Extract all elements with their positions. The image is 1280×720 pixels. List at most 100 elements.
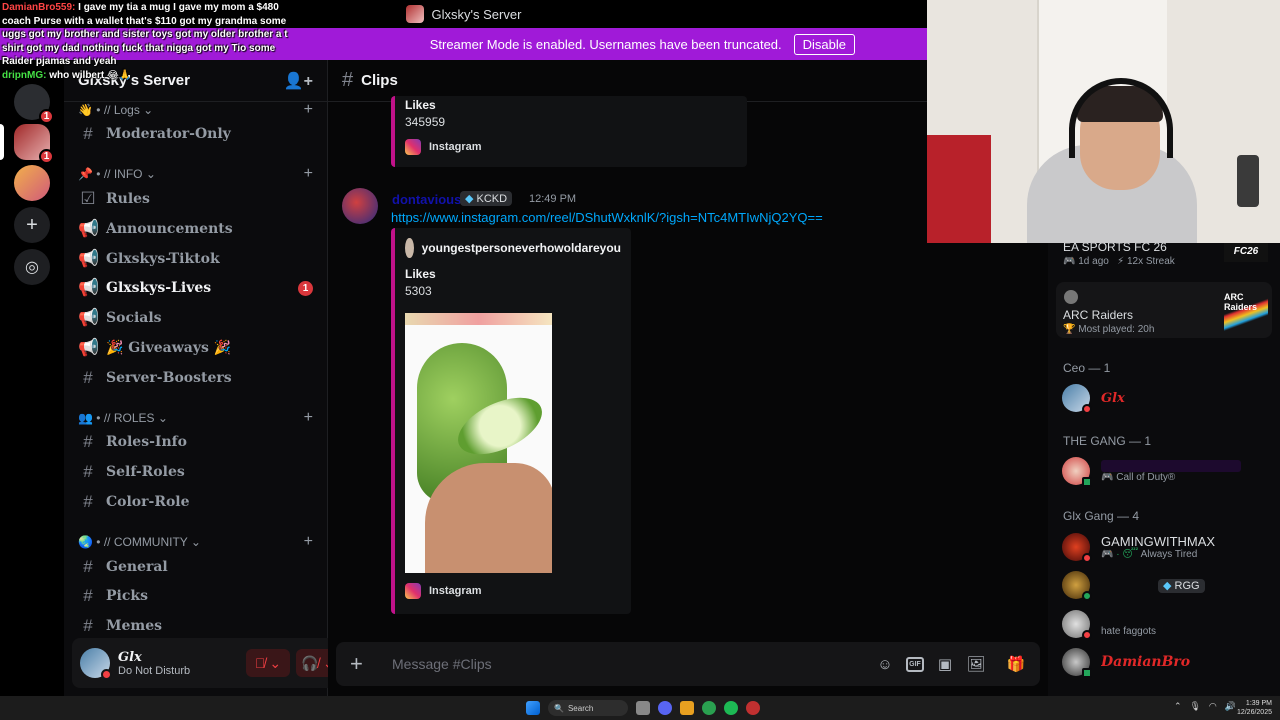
server-rail: 1 1 + ◎ [0,60,64,696]
member-rgg[interactable]: ◆ RGG [1062,567,1272,603]
add-server-button[interactable]: + [14,207,50,243]
channel-glxskys-tiktok[interactable]: 📢 Glxskys-Tiktok [72,245,319,273]
channel-sidebar: Glxsky's Server 👤+ 👋 • // Logs ⌄ + # Moder… [64,60,384,696]
message-author[interactable]: dontavious [392,192,461,207]
dnd-status-icon [1082,630,1092,640]
chat-text: who wilbert 😂🙏 [46,69,132,81]
channel-server-boosters[interactable]: # Server-Boosters [72,364,319,392]
server-icon-anime[interactable] [14,165,50,201]
chevron-up-icon: ⌃ [1173,701,1182,711]
member-damianbro[interactable]: DamianBro [1062,644,1272,680]
activity-card-fc26[interactable]: EA SPORTS FC 26 🎮 1d ago ⚡ 12x Streak FC… [1056,238,1272,276]
image-icon: 🖼 [966,656,986,673]
megaphone-icon: 📢 [78,308,100,327]
member-gamingwithmax[interactable]: GAMINGWITHMAX 🎮 · 😴 Always Tired [1062,529,1272,565]
clan-tag[interactable]: ◆ KCKD [460,191,513,206]
embed-thumbnail[interactable] [405,313,552,573]
member-glx[interactable]: Glx [1062,380,1272,416]
embed-provider: Instagram [405,583,621,599]
discover-button[interactable]: ◎ [14,249,50,285]
mobile-online-status-icon [1082,668,1092,678]
file-explorer-icon[interactable] [680,701,694,715]
category-community[interactable]: 🌏 • // COMMUNITY ⌄ + [78,533,313,551]
hash-icon: # [83,616,93,634]
category-info[interactable]: 📌 • // INFO ⌄ + [78,165,313,183]
member-avatar [1062,384,1092,414]
channel-glxskys-lives[interactable]: 📢 Glxskys-Lives 1 [72,274,319,302]
streak-icon: ⚡ [1117,256,1127,267]
gift-button[interactable]: 🎁 [1006,654,1026,674]
channel-label: 🎉 Giveaways 🎉 [106,340,232,356]
member-group-the-gang: THE GANG — 1 [1063,434,1152,448]
channel-socials[interactable]: 📢 Socials [72,304,319,332]
spotify-icon[interactable] [724,701,738,715]
channel-label: Self-Roles [106,464,185,480]
message-link[interactable]: https://www.instagram.com/reel/DShutWxkn… [391,210,823,225]
disable-button[interactable]: Disable [793,33,855,55]
message-composer: + Message #Clips ☺ GIF ▣ 🖼 🎁 [336,642,1040,686]
mobile-online-status-icon [1082,477,1092,487]
chrome-icon[interactable] [702,701,716,715]
globe-emoji-icon: 🌏 [78,535,97,549]
start-button[interactable] [526,701,540,715]
activity-card-arc-raiders[interactable]: ARC Raiders 🏆 Most played: 20h ARC Raide… [1056,282,1272,338]
add-channel-icon[interactable]: + [304,165,313,183]
attach-button[interactable]: + [350,651,372,677]
message-avatar[interactable] [342,188,378,224]
active-server-pill [0,124,4,160]
channel-giveaways[interactable]: 📢 🎉 Giveaways 🎉 [72,334,319,362]
add-channel-icon[interactable]: + [304,102,313,119]
channel-picks[interactable]: # Picks [72,582,319,610]
compass-icon: ◎ [25,259,39,276]
hash-icon: # [83,557,93,576]
channel-moderator-only[interactable]: # Moderator-Only [72,120,319,148]
hash-icon: # [83,586,93,605]
plus-icon: + [26,213,38,236]
category-label: • // INFO [96,167,143,181]
message-input[interactable]: Message #Clips [392,656,864,672]
channel-rules[interactable]: ☑ Rules [72,185,319,213]
message-timestamp: 12:49 PM [529,193,577,205]
stream-chat-line: dripnMG: who wilbert 😂🙏 [2,69,292,83]
taskbar-app-icon[interactable] [636,701,650,715]
volume-icon: 🔊 [1224,701,1236,711]
member-gang[interactable]: 🎮 Call of Duty® [1062,453,1272,489]
activity-user-avatar [1064,290,1078,304]
image-button[interactable]: 🖼 [966,654,986,674]
channel-general[interactable]: # General [72,553,319,581]
channel-roles-info[interactable]: # Roles-Info [72,428,319,456]
taskbar-search[interactable]: 🔍 Search [548,700,628,716]
category-roles[interactable]: 👥 • // ROLES ⌄ + [78,409,313,427]
emoji-button[interactable]: ☺ [875,654,895,674]
embed-field-value: 5303 [405,284,432,298]
gift-icon: 🎁 [1006,656,1026,673]
sticker-button[interactable]: ▣ [935,654,955,674]
channel-label: Picks [106,588,148,604]
instagram-embed-previous: Likes 345959 Instagram [391,96,747,167]
direct-messages-button[interactable]: 1 [14,84,54,124]
diamond-icon: ◆ [465,193,477,205]
taskbar-clock[interactable]: 1:39 PM 12/26/2025 [1237,699,1272,717]
gif-button[interactable]: GIF [906,656,924,672]
server-icon-glxsky[interactable]: 1 [14,124,54,164]
channel-color-role[interactable]: # Color-Role [72,488,319,516]
chevron-down-icon: ⌄ [269,654,282,671]
category-logs[interactable]: 👋 • // Logs ⌄ + [78,102,313,118]
instagram-icon [405,583,421,599]
member-3[interactable]: hate faggots [1062,606,1272,642]
user-avatar[interactable] [80,648,112,680]
channel-list: 👋 • // Logs ⌄ + # Moderator-Only 📌 • // IN… [64,102,327,634]
channel-announcements[interactable]: 📢 Announcements [72,215,319,243]
wave-emoji-icon: 👋 [78,103,97,117]
add-channel-icon[interactable]: + [304,533,313,551]
mute-button[interactable]: 🎙̸ ⌄ [246,649,290,677]
user-status: Do Not Disturb [118,664,191,677]
channel-memes[interactable]: # Memes [72,612,319,634]
system-tray[interactable]: ⌃ 🎙 ◠ 🔊 [1174,701,1236,712]
channel-self-roles[interactable]: # Self-Roles [72,458,319,486]
discord-icon[interactable] [658,701,672,715]
obs-icon[interactable] [746,701,760,715]
add-channel-icon[interactable]: + [304,409,313,427]
embed-author[interactable]: youngestpersoneverhowoldareyou [405,238,621,258]
channel-label: Rules [106,191,150,207]
